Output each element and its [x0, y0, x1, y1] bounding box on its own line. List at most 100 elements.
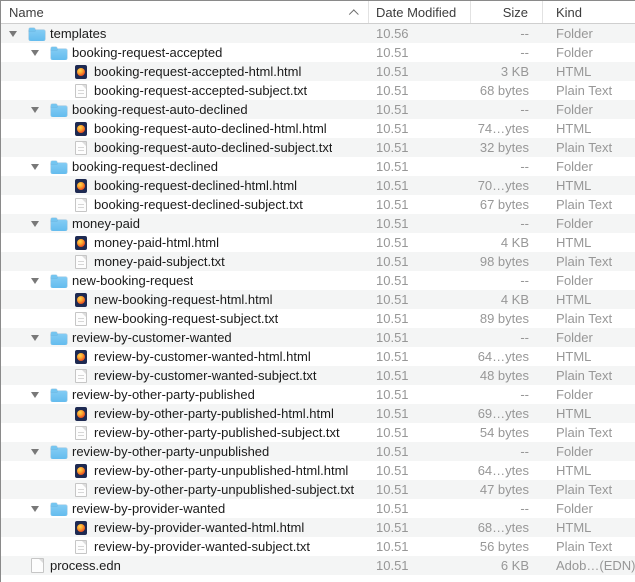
- file-name: review-by-provider-wanted-subject.txt: [94, 539, 310, 554]
- text-file-icon: [75, 483, 87, 497]
- date-modified: 10.56: [369, 26, 471, 41]
- name-cell: review-by-other-party-unpublished: [1, 444, 369, 459]
- file-row[interactable]: money-paid-html.html 10.51 4 KB HTML: [1, 233, 635, 252]
- file-size: 4 KB: [471, 292, 543, 307]
- date-modified: 10.51: [369, 292, 471, 307]
- disclosure-triangle-icon[interactable]: [7, 31, 19, 37]
- disclosure-triangle-icon[interactable]: [29, 506, 41, 512]
- html-file-icon: [75, 350, 87, 364]
- file-row[interactable]: review-by-other-party-published-html.htm…: [1, 404, 635, 423]
- file-name: money-paid-html.html: [94, 235, 219, 250]
- file-kind: Folder: [543, 26, 635, 41]
- file-row[interactable]: review-by-other-party-unpublished-html.h…: [1, 461, 635, 480]
- indent-spacer: [1, 204, 51, 205]
- file-row[interactable]: review-by-other-party-published-subject.…: [1, 423, 635, 442]
- disclosure-triangle-icon[interactable]: [29, 221, 41, 227]
- file-row[interactable]: review-by-customer-wanted-subject.txt 10…: [1, 366, 635, 385]
- file-kind: HTML: [543, 463, 635, 478]
- column-header-date-modified[interactable]: Date Modified: [369, 1, 471, 23]
- name-cell: review-by-other-party-published: [1, 387, 369, 402]
- disclosure-triangle-icon[interactable]: [29, 335, 41, 341]
- file-kind: Folder: [543, 501, 635, 516]
- file-size: 64…ytes: [471, 463, 543, 478]
- file-size: 98 bytes: [471, 254, 543, 269]
- file-size: 3 KB: [471, 64, 543, 79]
- file-name: booking-request-accepted-subject.txt: [94, 83, 307, 98]
- file-kind: HTML: [543, 235, 635, 250]
- file-row[interactable]: review-by-other-party-unpublished-subjec…: [1, 480, 635, 499]
- text-file-icon: [75, 141, 87, 155]
- name-cell: booking-request-accepted: [1, 45, 369, 60]
- file-size: --: [471, 273, 543, 288]
- name-cell: templates: [1, 26, 369, 41]
- file-row[interactable]: money-paid-subject.txt 10.51 98 bytes Pl…: [1, 252, 635, 271]
- date-modified: 10.51: [369, 520, 471, 535]
- file-name: templates: [50, 26, 106, 41]
- file-row[interactable]: review-by-other-party-unpublished 10.51 …: [1, 442, 635, 461]
- file-size: --: [471, 330, 543, 345]
- file-name: booking-request-accepted-html.html: [94, 64, 301, 79]
- name-cell: booking-request-declined: [1, 159, 369, 174]
- html-file-icon: [75, 293, 87, 307]
- folder-icon: [51, 334, 67, 345]
- file-row[interactable]: review-by-other-party-published 10.51 --…: [1, 385, 635, 404]
- file-size: --: [471, 501, 543, 516]
- date-modified: 10.51: [369, 45, 471, 60]
- file-kind: HTML: [543, 121, 635, 136]
- name-cell: review-by-other-party-published-html.htm…: [1, 406, 369, 421]
- indent-spacer: [1, 185, 51, 186]
- file-row[interactable]: booking-request-auto-declined-subject.tx…: [1, 138, 635, 157]
- file-kind: Folder: [543, 444, 635, 459]
- file-list: templates 10.56 -- Folder booking-reques…: [1, 24, 635, 575]
- file-row[interactable]: booking-request-accepted-html.html 10.51…: [1, 62, 635, 81]
- column-header-size[interactable]: Size: [471, 1, 543, 23]
- file-row[interactable]: booking-request-declined-html.html 10.51…: [1, 176, 635, 195]
- folder-icon: [29, 30, 45, 41]
- file-row[interactable]: booking-request-auto-declined 10.51 -- F…: [1, 100, 635, 119]
- disclosure-triangle-icon[interactable]: [29, 50, 41, 56]
- indent-spacer: [1, 261, 51, 262]
- indent-spacer: [1, 394, 29, 395]
- file-name: booking-request-auto-declined: [72, 102, 248, 117]
- file-row[interactable]: new-booking-request-subject.txt 10.51 89…: [1, 309, 635, 328]
- file-row[interactable]: booking-request-auto-declined-html.html …: [1, 119, 635, 138]
- disclosure-triangle-icon[interactable]: [29, 278, 41, 284]
- disclosure-triangle-icon[interactable]: [29, 107, 41, 113]
- file-name: review-by-provider-wanted-html.html: [94, 520, 304, 535]
- file-name: booking-request-declined: [72, 159, 218, 174]
- text-file-icon: [75, 426, 87, 440]
- file-row[interactable]: booking-request-declined-subject.txt 10.…: [1, 195, 635, 214]
- column-header-kind-label: Kind: [556, 5, 582, 20]
- folder-icon: [51, 106, 67, 117]
- file-name: money-paid-subject.txt: [94, 254, 225, 269]
- indent-spacer: [1, 451, 29, 452]
- file-row[interactable]: review-by-provider-wanted-html.html 10.5…: [1, 518, 635, 537]
- html-file-icon: [75, 521, 87, 535]
- file-row[interactable]: review-by-provider-wanted 10.51 -- Folde…: [1, 499, 635, 518]
- column-header-kind[interactable]: Kind: [543, 1, 635, 23]
- disclosure-triangle-icon[interactable]: [29, 164, 41, 170]
- file-kind: Folder: [543, 273, 635, 288]
- column-header-name[interactable]: Name: [1, 1, 369, 23]
- file-row[interactable]: booking-request-accepted 10.51 -- Folder: [1, 43, 635, 62]
- file-row[interactable]: templates 10.56 -- Folder: [1, 24, 635, 43]
- file-row[interactable]: new-booking-request 10.51 -- Folder: [1, 271, 635, 290]
- file-name: new-booking-request: [72, 273, 193, 288]
- file-kind: HTML: [543, 64, 635, 79]
- file-size: 68 bytes: [471, 83, 543, 98]
- date-modified: 10.51: [369, 121, 471, 136]
- file-row[interactable]: booking-request-accepted-subject.txt 10.…: [1, 81, 635, 100]
- file-row[interactable]: money-paid 10.51 -- Folder: [1, 214, 635, 233]
- disclosure-triangle-icon[interactable]: [29, 449, 41, 455]
- file-kind: HTML: [543, 349, 635, 364]
- folder-icon: [51, 220, 67, 231]
- file-row[interactable]: process.edn 10.51 6 KB Adob…(EDN): [1, 556, 635, 575]
- disclosure-triangle-icon[interactable]: [29, 392, 41, 398]
- file-row[interactable]: review-by-customer-wanted-html.html 10.5…: [1, 347, 635, 366]
- file-row[interactable]: booking-request-declined 10.51 -- Folder: [1, 157, 635, 176]
- name-cell: review-by-other-party-unpublished-html.h…: [1, 463, 369, 478]
- file-row[interactable]: review-by-provider-wanted-subject.txt 10…: [1, 537, 635, 556]
- column-header-size-label: Size: [503, 5, 528, 20]
- file-row[interactable]: review-by-customer-wanted 10.51 -- Folde…: [1, 328, 635, 347]
- file-row[interactable]: new-booking-request-html.html 10.51 4 KB…: [1, 290, 635, 309]
